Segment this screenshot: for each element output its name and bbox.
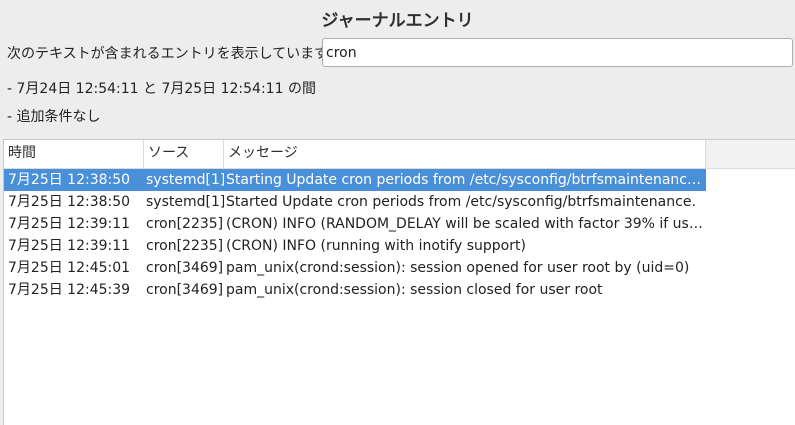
table-row[interactable]: 7月25日 12:39:11 cron[2235] (CRON) INFO (RAN… <box>4 213 706 235</box>
row-message: Started Update cron periods from /etc/sy… <box>226 194 696 210</box>
column-header-message[interactable]: メッセージ <box>224 140 706 168</box>
row-source: cron[2235] <box>146 216 224 232</box>
date-range-condition: - 7月24日 12:54:11 と 7月25日 12:54:11 の間 <box>7 81 316 97</box>
row-source: cron[2235] <box>146 238 224 254</box>
row-message: Starting Update cron periods from /etc/s… <box>226 172 704 188</box>
table-row[interactable]: 7月25日 12:39:11 cron[2235] (CRON) INFO (run… <box>4 235 706 257</box>
header-filler <box>706 140 795 168</box>
row-source: cron[3469] <box>146 282 224 298</box>
row-time: 7月25日 12:39:11 <box>8 216 131 232</box>
row-message: pam_unix(crond:session): session closed … <box>226 282 603 298</box>
search-row: 次のテキストが含まれるエントリを表示しています <box>7 38 794 68</box>
table-row[interactable]: 7月25日 12:38:50 systemd[1] Starting Update … <box>4 169 706 191</box>
row-message: pam_unix(crond:session): session opened … <box>226 260 690 276</box>
row-time: 7月25日 12:39:11 <box>8 238 131 254</box>
table-header: 時間 ソース メッセージ <box>4 140 795 169</box>
column-header-source[interactable]: ソース <box>144 140 224 168</box>
journal-table: 時間 ソース メッセージ 7月25日 12:38:50 systemd[1] Sta… <box>3 139 795 425</box>
table-row[interactable]: 7月25日 12:45:01 cron[3469] pam_unix(crond:s… <box>4 257 706 279</box>
search-input[interactable] <box>322 38 793 67</box>
column-header-time[interactable]: 時間 <box>4 140 144 168</box>
table-row[interactable]: 7月25日 12:38:50 systemd[1] Started Update c… <box>4 191 706 213</box>
row-source: systemd[1] <box>146 194 224 210</box>
row-time: 7月25日 12:45:01 <box>8 260 131 276</box>
window-title: ジャーナルエントリ <box>321 11 474 31</box>
table-row[interactable]: 7月25日 12:45:39 cron[3469] pam_unix(crond:s… <box>4 279 706 301</box>
row-message: (CRON) INFO (running with inotify suppor… <box>226 238 526 254</box>
search-label: 次のテキストが含まれるエントリを表示しています <box>7 46 329 62</box>
row-source: systemd[1] <box>146 172 224 188</box>
extra-condition: - 追加条件なし <box>7 109 101 125</box>
row-message: (CRON) INFO (RANDOM_DELAY will be scaled… <box>226 216 704 232</box>
row-time: 7月25日 12:45:39 <box>8 282 131 298</box>
row-source: cron[3469] <box>146 260 224 276</box>
row-time: 7月25日 12:38:50 <box>8 172 131 188</box>
row-time: 7月25日 12:38:50 <box>8 194 131 210</box>
